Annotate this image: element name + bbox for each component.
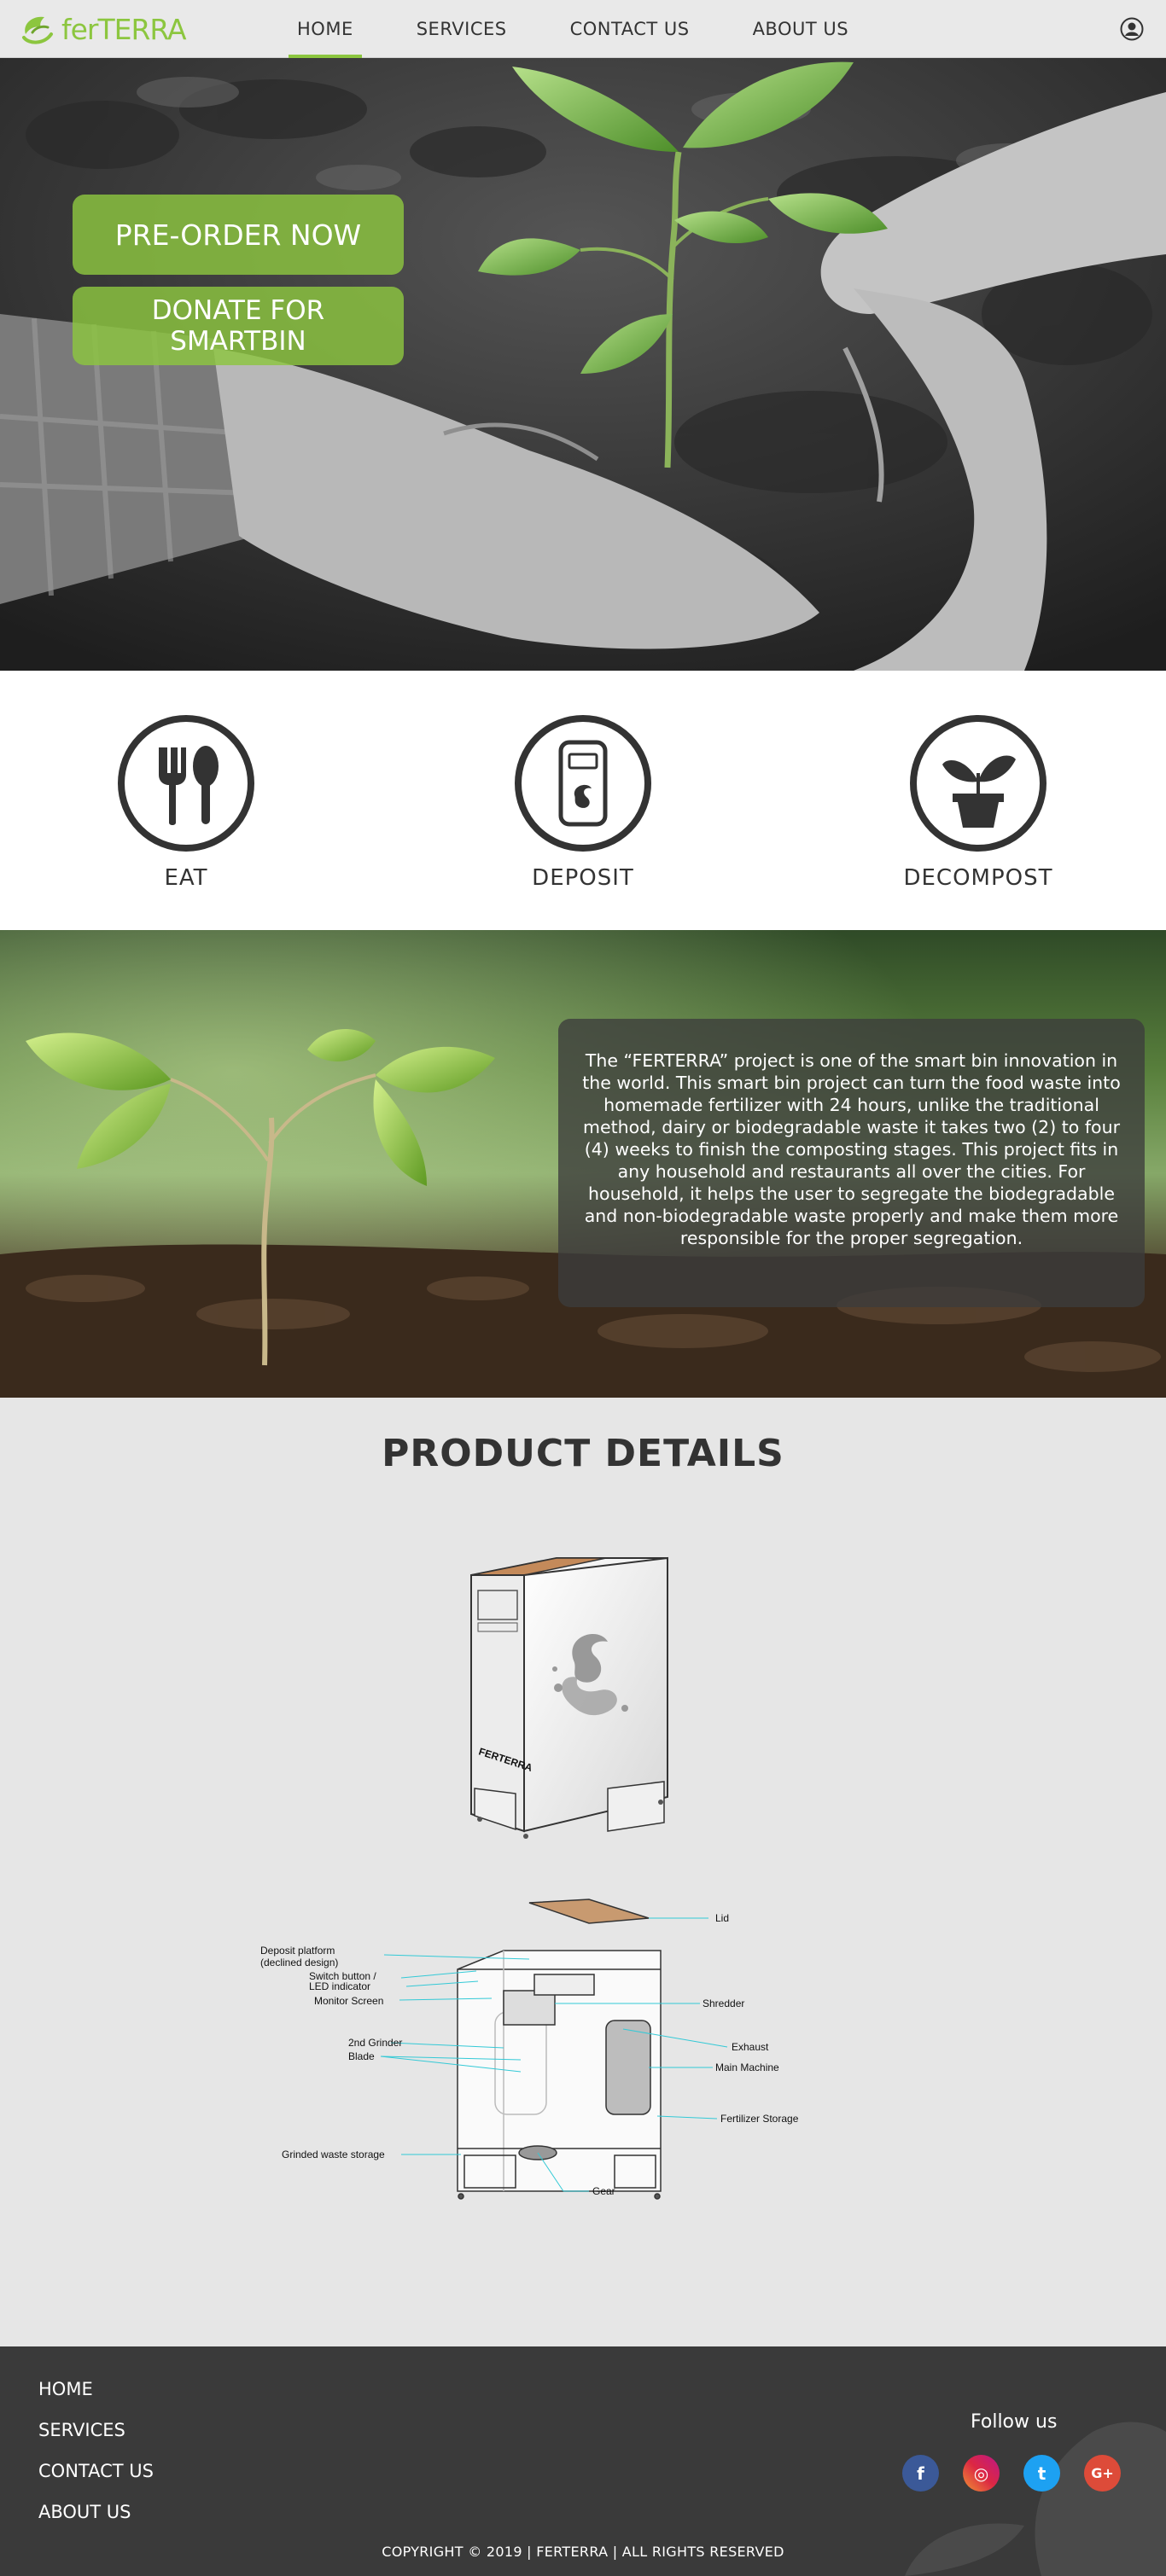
process-steps: EAT DEPOSIT DECOMPOST [0,671,1166,930]
step-deposit-label: DEPOSIT [532,865,634,891]
step-decompost: DECOMPOST [893,713,1064,891]
footer-link-services[interactable]: SERVICES [38,2420,154,2461]
label-deposit-platform-note: (declined design) [260,1957,338,1968]
top-navbar: ferTERRA HOME SERVICES CONTACT US ABOUT … [0,0,1166,58]
step-deposit: DEPOSIT [498,713,668,891]
footer-link-contact-us[interactable]: CONTACT US [38,2461,154,2502]
follow-us-label: Follow us [971,2411,1058,2433]
nav-about-us[interactable]: ABOUT US [744,0,858,58]
label-led-indicator: LED indicator [309,1980,370,1992]
facebook-icon[interactable]: f [902,2455,939,2492]
nav-contact-us[interactable]: CONTACT US [562,0,698,58]
label-lid: Lid [715,1912,729,1924]
about-description: The “FERTERRA” project is one of the sma… [582,1050,1121,1248]
donate-label-line2: SMARTBIN [170,326,306,357]
user-circle-icon[interactable] [1120,17,1144,41]
preorder-button[interactable]: PRE-ORDER NOW [73,195,404,275]
social-links: f ◎ t G+ [902,2455,1121,2492]
about-section: The “FERTERRA” project is one of the sma… [0,930,1166,1398]
smartbin-product-render: FERTERRA [470,1556,668,1839]
label-2nd-grinder: 2nd Grinder [348,2037,402,2049]
instagram-icon[interactable]: ◎ [963,2455,1000,2492]
label-monitor-screen: Monitor Screen [314,1995,383,2007]
label-main-machine: Main Machine [715,2061,779,2073]
smartbin-device-icon [515,715,651,852]
smartbin-exploded-diagram: Lid Deposit platform (declined design) S… [260,1899,799,2200]
nav-services[interactable]: SERVICES [408,0,516,58]
brand-logo[interactable]: ferTERRA [20,12,187,46]
copyright-text: COPYRIGHT © 2019 | FERTERRA | ALL RIGHTS… [382,2544,784,2560]
label-deposit-platform: Deposit platform [260,1945,335,1957]
hero-banner: PRE-ORDER NOW DONATE FOR SMARTBIN [0,58,1166,671]
site-footer: HOME SERVICES CONTACT US ABOUT US Follow… [0,2346,1166,2576]
footer-link-home[interactable]: HOME [38,2379,154,2420]
donate-smartbin-button[interactable]: DONATE FOR SMARTBIN [73,287,404,365]
step-decompost-label: DECOMPOST [903,865,1053,891]
step-eat: EAT [101,713,271,891]
label-fertilizer-storage: Fertilizer Storage [720,2113,799,2125]
donate-label-line1: DONATE FOR [151,295,325,326]
label-exhaust: Exhaust [732,2041,769,2053]
step-eat-label: EAT [164,865,208,891]
twitter-icon[interactable]: t [1023,2455,1060,2492]
label-shredder: Shredder [703,1997,744,2009]
plant-pot-icon [910,715,1046,852]
fork-spoon-icon [118,715,254,852]
label-gear: Gear [592,2185,615,2197]
nav-home[interactable]: HOME [289,0,362,58]
main-nav: HOME SERVICES CONTACT US ABOUT US [289,0,903,58]
label-blade: Blade [348,2050,375,2062]
leaf-swirl-icon [22,16,53,44]
google-plus-icon[interactable]: G+ [1084,2455,1121,2492]
product-details-title: PRODUCT DETAILS [382,1432,784,1475]
footer-nav: HOME SERVICES CONTACT US ABOUT US [38,2379,154,2543]
brand-name: ferTERRA [61,12,187,46]
label-grinded-waste-storage: Grinded waste storage [282,2149,385,2160]
footer-link-about-us[interactable]: ABOUT US [38,2502,154,2543]
product-details-section: PRODUCT DETAILS FERTERRA Lid Deposit pla… [0,1398,1166,2346]
about-text-panel: The “FERTERRA” project is one of the sma… [558,1019,1145,1307]
